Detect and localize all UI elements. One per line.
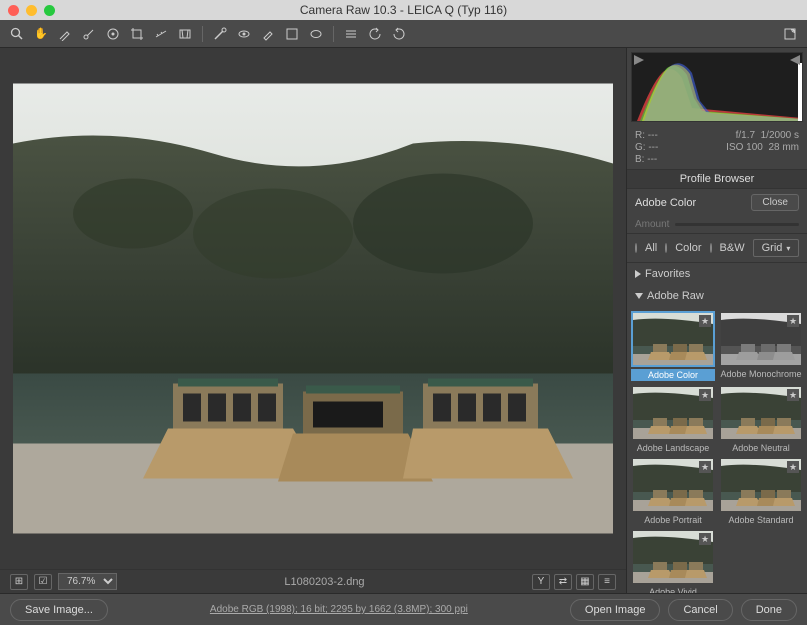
profile-filter-row: All Color B&W Grid ▾ bbox=[627, 233, 807, 263]
favorite-star-icon[interactable]: ★ bbox=[787, 315, 799, 327]
zoom-level-select[interactable]: 76.7% bbox=[58, 573, 117, 590]
toolbar-separator bbox=[202, 26, 203, 42]
swap-before-after-button[interactable]: ⇄ bbox=[554, 574, 572, 590]
bottom-bar: Save Image... Adobe RGB (1998); 16 bit; … bbox=[0, 593, 807, 625]
profile-thumb[interactable]: ★ Adobe Standard bbox=[719, 457, 803, 525]
favorite-star-icon[interactable]: ★ bbox=[787, 461, 799, 473]
save-image-button[interactable]: Save Image... bbox=[10, 599, 108, 621]
profile-thumb-image[interactable]: ★ bbox=[631, 457, 715, 513]
workflow-options-link[interactable]: Adobe RGB (1998); 16 bit; 2295 by 1662 (… bbox=[116, 604, 562, 615]
profile-thumb-image[interactable]: ★ bbox=[719, 311, 803, 367]
filter-all-radio[interactable] bbox=[635, 243, 637, 253]
chevron-down-icon bbox=[635, 293, 643, 299]
filter-bw-radio[interactable] bbox=[710, 243, 712, 253]
radial-filter-tool-icon[interactable] bbox=[307, 25, 325, 43]
hand-tool-icon[interactable]: ✋ bbox=[32, 25, 50, 43]
profile-thumb-label: Adobe Monochrome bbox=[719, 369, 803, 379]
profile-thumb[interactable]: ★ Adobe Color bbox=[631, 311, 715, 381]
preview-area: ⊞ ☑ 76.7% L1080203-2.dng Y ⇄ ▦ ≡ bbox=[0, 48, 627, 593]
preview-footer: ⊞ ☑ 76.7% L1080203-2.dng Y ⇄ ▦ ≡ bbox=[0, 569, 626, 593]
adjustment-brush-tool-icon[interactable] bbox=[259, 25, 277, 43]
straighten-tool-icon[interactable] bbox=[152, 25, 170, 43]
window-titlebar: Camera Raw 10.3 - LEICA Q (Typ 116) bbox=[0, 0, 807, 20]
profile-thumb-image[interactable]: ★ bbox=[631, 529, 715, 585]
favorite-star-icon[interactable]: ★ bbox=[699, 533, 711, 545]
favorite-star-icon[interactable]: ★ bbox=[787, 389, 799, 401]
profile-thumb-label: Adobe Landscape bbox=[631, 443, 715, 453]
profile-thumbnails: ★ Adobe Color ★ Adobe Monochrome ★ Adobe Land… bbox=[627, 307, 807, 593]
profile-thumb-image[interactable]: ★ bbox=[631, 385, 715, 441]
favorite-star-icon[interactable]: ★ bbox=[699, 389, 711, 401]
favorite-star-icon[interactable]: ★ bbox=[699, 315, 711, 327]
profile-thumb-label: Adobe Color bbox=[631, 369, 715, 381]
toolbar-separator bbox=[333, 26, 334, 42]
profile-thumb[interactable]: ★ Adobe Monochrome bbox=[719, 311, 803, 381]
done-button[interactable]: Done bbox=[741, 599, 797, 621]
filter-color-radio[interactable] bbox=[665, 243, 667, 253]
adobe-raw-section-header[interactable]: Adobe Raw bbox=[627, 285, 807, 307]
color-sampler-tool-icon[interactable] bbox=[80, 25, 98, 43]
preview-menu-button[interactable]: ≡ bbox=[598, 574, 616, 590]
rotate-cw-icon[interactable] bbox=[390, 25, 408, 43]
profile-thumb-label: Adobe Portrait bbox=[631, 515, 715, 525]
rotate-ccw-icon[interactable] bbox=[366, 25, 384, 43]
profile-thumb[interactable]: ★Adobe Vivid bbox=[631, 529, 715, 593]
cancel-button[interactable]: Cancel bbox=[668, 599, 732, 621]
profile-thumb[interactable]: ★ Adobe Landscape bbox=[631, 385, 715, 453]
select-rated-icon[interactable]: ☑ bbox=[34, 574, 52, 590]
red-eye-tool-icon[interactable] bbox=[235, 25, 253, 43]
close-profile-browser-button[interactable]: Close bbox=[751, 194, 799, 211]
profile-thumb[interactable]: ★ Adobe Portrait bbox=[631, 457, 715, 525]
filename-display: L1080203-2.dng bbox=[125, 576, 524, 588]
favorites-section-header[interactable]: Favorites bbox=[627, 263, 807, 285]
profile-thumb[interactable]: ★ Adobe Neutral bbox=[719, 385, 803, 453]
graduated-filter-tool-icon[interactable] bbox=[283, 25, 301, 43]
chevron-right-icon bbox=[635, 270, 641, 278]
profile-browser-title: Profile Browser bbox=[627, 169, 807, 189]
profile-thumb-image[interactable]: ★ bbox=[719, 457, 803, 513]
profile-thumb-image[interactable]: ★ bbox=[719, 385, 803, 441]
view-mode-select[interactable]: Grid ▾ bbox=[753, 239, 800, 257]
current-profile-name: Adobe Color bbox=[635, 197, 745, 209]
fullscreen-icon[interactable] bbox=[781, 25, 799, 43]
target-adjust-tool-icon[interactable] bbox=[104, 25, 122, 43]
spot-removal-tool-icon[interactable] bbox=[211, 25, 229, 43]
info-readout: R: --- G: --- B: --- f/1.7 1/2000 s ISO … bbox=[627, 126, 807, 169]
filmstrip-toggle-icon[interactable]: ⊞ bbox=[10, 574, 28, 590]
favorite-star-icon[interactable]: ★ bbox=[699, 461, 711, 473]
amount-slider[interactable] bbox=[675, 223, 799, 226]
profile-thumb-label: Adobe Neutral bbox=[719, 443, 803, 453]
white-balance-tool-icon[interactable] bbox=[56, 25, 74, 43]
amount-slider-row: Amount bbox=[627, 216, 807, 233]
highlight-clip-icon[interactable] bbox=[790, 55, 800, 65]
preview-image[interactable] bbox=[10, 58, 616, 559]
amount-label: Amount bbox=[635, 219, 669, 230]
profile-thumb-label: Adobe Standard bbox=[719, 515, 803, 525]
before-after-button[interactable]: Y bbox=[532, 574, 550, 590]
shadow-clip-icon[interactable] bbox=[634, 55, 644, 65]
histogram-display[interactable] bbox=[631, 52, 803, 122]
open-image-button[interactable]: Open Image bbox=[570, 599, 661, 621]
window-title: Camera Raw 10.3 - LEICA Q (Typ 116) bbox=[0, 3, 807, 17]
top-toolbar: ✋ bbox=[0, 20, 807, 48]
cycle-preview-button[interactable]: ▦ bbox=[576, 574, 594, 590]
list-view-icon[interactable] bbox=[342, 25, 360, 43]
zoom-tool-icon[interactable] bbox=[8, 25, 26, 43]
crop-tool-icon[interactable] bbox=[128, 25, 146, 43]
profile-thumb-image[interactable]: ★ bbox=[631, 311, 715, 367]
transform-tool-icon[interactable] bbox=[176, 25, 194, 43]
sidebar-panel: R: --- G: --- B: --- f/1.7 1/2000 s ISO … bbox=[627, 48, 807, 593]
